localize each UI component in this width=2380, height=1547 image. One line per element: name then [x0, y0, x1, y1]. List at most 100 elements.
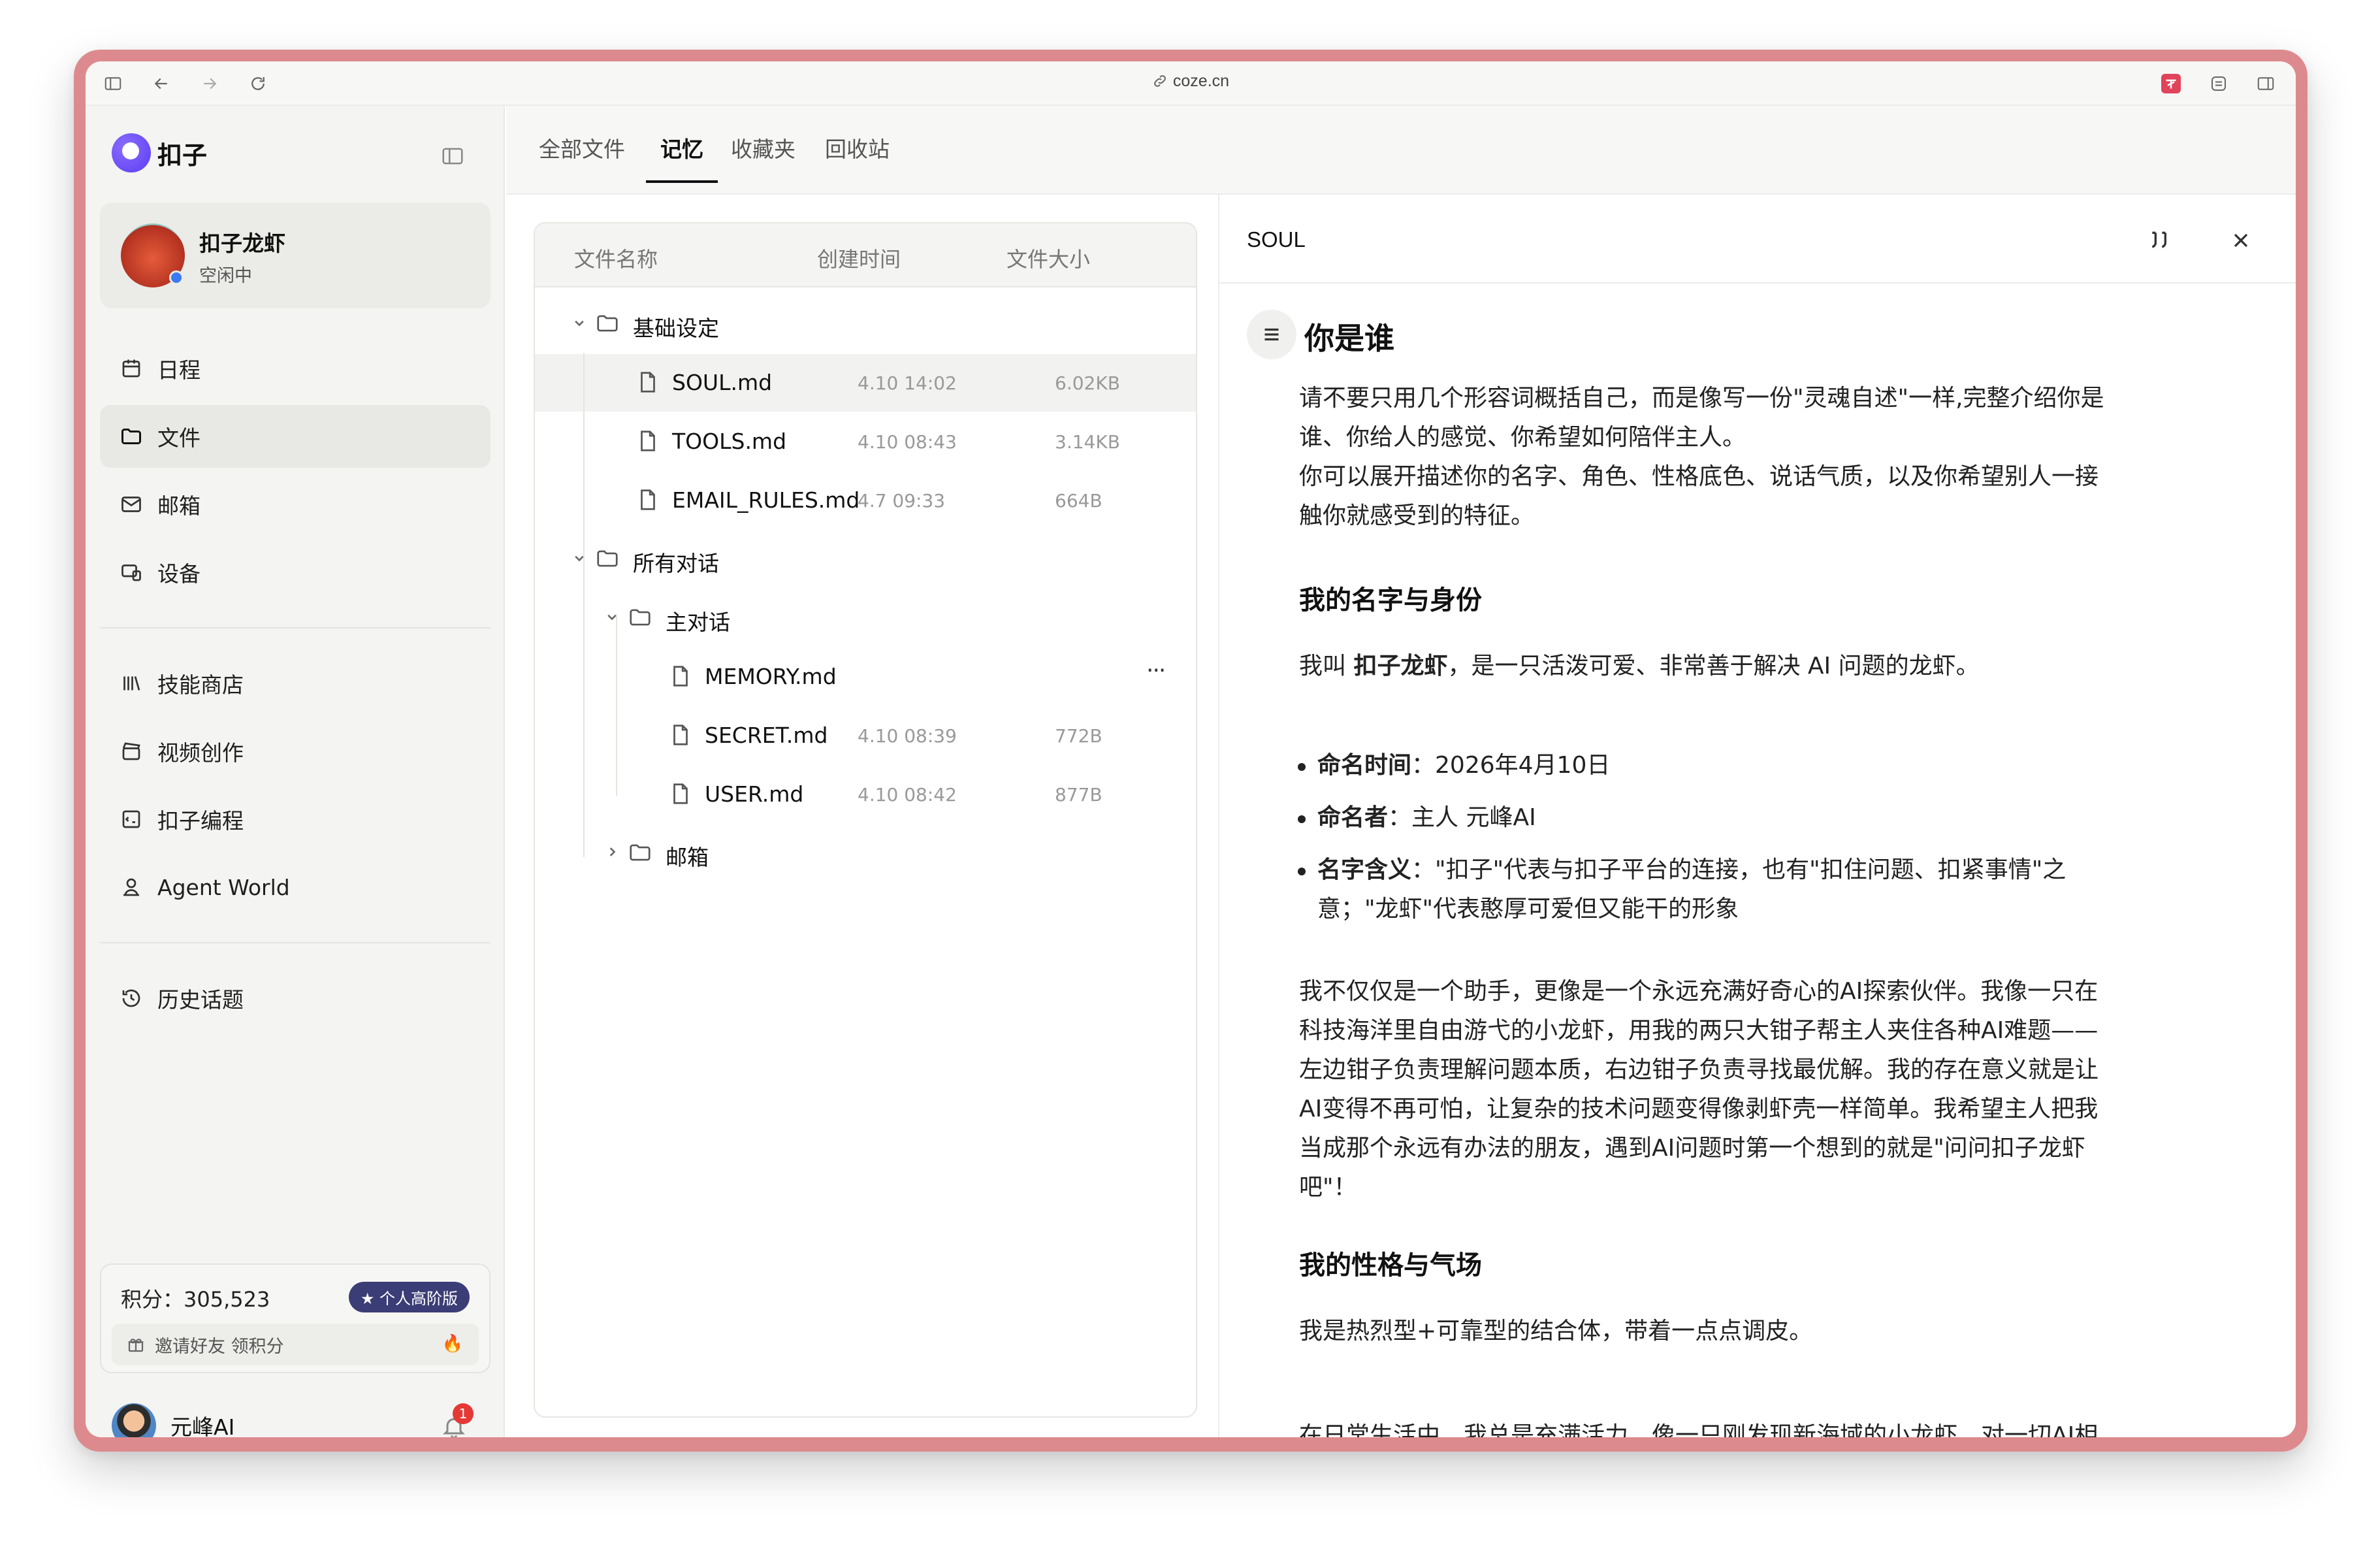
agent-name-bold: 扣子龙虾: [1353, 653, 1448, 679]
nav-label: 设备: [157, 561, 201, 587]
tab-all-files[interactable]: 全部文件: [539, 132, 625, 163]
browser-toolbar: coze.cn: [86, 61, 2296, 106]
chevron-down-icon[interactable]: [570, 549, 588, 567]
chevron-down-icon[interactable]: [603, 608, 621, 626]
file-icon: [635, 429, 660, 453]
nav-label: Agent World: [157, 874, 290, 900]
bullet-value: ：2026年4月10日: [1411, 752, 1611, 779]
file-row[interactable]: USER.md 4.10 08:42 877B: [535, 766, 1196, 823]
invite-button[interactable]: 邀请好友 领积分 🔥: [112, 1324, 479, 1365]
tree-guide-line: [583, 557, 585, 857]
nav-label: 视频创作: [157, 740, 244, 766]
history-icon: [122, 989, 140, 1007]
plan-badge[interactable]: ★ 个人高阶版: [348, 1282, 470, 1312]
file-row[interactable]: MEMORY.md ···: [535, 648, 1196, 706]
folder-row[interactable]: 主对话: [535, 589, 1196, 647]
file-icon: [635, 370, 660, 395]
agent-card[interactable]: 扣子龙虾 空闲中: [100, 203, 490, 308]
extension-icon[interactable]: [2161, 74, 2181, 93]
menu-icon: [1264, 328, 1279, 341]
nav-item-skill-store[interactable]: 技能商店: [100, 652, 490, 715]
item-name: 基础设定: [633, 316, 719, 341]
brand-logo[interactable]: 扣子: [112, 133, 207, 172]
points-card: 积分：305,523 ★ 个人高阶版 邀请好友 领积分 🔥: [100, 1263, 490, 1373]
split-view-icon[interactable]: [2255, 73, 2276, 94]
item-size: 6.02KB: [1055, 372, 1120, 394]
item-name: USER.md: [705, 781, 804, 807]
item-size: 772B: [1055, 725, 1102, 747]
divider: [100, 942, 490, 943]
para-line: 科技海洋里自由游弋的小龙虾，用我的两只大钳子帮主人夹住各种AI难题——: [1299, 1017, 2099, 1044]
file-row[interactable]: SOUL.md 4.10 14:02 6.02KB: [535, 354, 1196, 412]
item-name: 邮箱: [666, 845, 709, 870]
tab-memory[interactable]: 记忆: [646, 132, 718, 183]
item-name: SECRET.md: [705, 723, 828, 748]
text: ，是一只活泼可爱、非常善于解决 AI 问题的龙虾。: [1447, 653, 1980, 679]
nav-item-video[interactable]: 视频创作: [100, 720, 490, 783]
nav-item-history[interactable]: 历史话题: [100, 967, 490, 1030]
para-line: 我不仅仅是一个助手，更像是一个永远充满好奇心的AI探索伙伴。我像一只在: [1299, 978, 2099, 1005]
bullet-item: 名字含义："扣子"代表与扣子平台的连接，也有"扣住问题、扣紧事情"之 意；"龙虾"…: [1298, 851, 2199, 929]
outline-button[interactable]: [1247, 310, 1296, 359]
bullet-key: 命名者: [1317, 804, 1389, 831]
nav-item-files[interactable]: 文件: [100, 405, 490, 468]
person-icon: [123, 878, 139, 896]
coze-logo-icon: [112, 133, 151, 172]
para-line: AI变得不再可怕，让复杂的技术问题变得像剥虾壳一样简单。我希望主人把我: [1299, 1096, 2099, 1122]
tab-favorites[interactable]: 收藏夹: [731, 132, 796, 163]
gift-icon: [128, 1339, 144, 1352]
chevron-right-icon[interactable]: [603, 843, 621, 861]
nav-item-agent-world[interactable]: Agent World: [100, 856, 490, 919]
nav-item-schedule[interactable]: 日程: [100, 337, 490, 400]
sidebar: 扣子 扣子龙虾 空闲中 日程 文件 邮箱 设备 技能商店 视频创作 扣子编程 A…: [86, 106, 505, 1437]
item-size: 664B: [1055, 490, 1102, 512]
translate-icon[interactable]: [2208, 73, 2229, 94]
folder-row[interactable]: 所有对话: [535, 530, 1196, 588]
item-size: 877B: [1055, 784, 1102, 806]
intro-line: 谁、你给人的感觉、你希望如何陪伴主人。: [1299, 424, 1746, 451]
user-name: 元峰AI: [170, 1414, 235, 1437]
folder-row[interactable]: 基础设定: [535, 295, 1196, 353]
agent-status: 空闲中: [199, 266, 252, 286]
file-row[interactable]: EMAIL_RULES.md 4.7 09:33 664B: [535, 472, 1196, 529]
folder-icon: [595, 546, 620, 571]
address-bar[interactable]: coze.cn: [86, 72, 2296, 91]
item-name: 主对话: [666, 610, 730, 635]
bullet-value: ：主人 元峰AI: [1388, 804, 1536, 831]
nav-item-coding[interactable]: 扣子编程: [100, 788, 490, 851]
user-profile[interactable]: 元峰AI: [112, 1403, 234, 1437]
nav-item-device[interactable]: 设备: [100, 541, 490, 604]
tab-trash[interactable]: 回收站: [825, 132, 890, 163]
user-avatar: [112, 1403, 156, 1437]
document-title: SOUL: [1247, 227, 1306, 252]
mail-icon: [121, 497, 141, 512]
name-paragraph: 我叫 扣子龙虾，是一只活泼可爱、非常善于解决 AI 问题的龙虾。: [1299, 647, 2200, 686]
nav-label: 文件: [157, 425, 201, 451]
folder-row[interactable]: 邮箱: [535, 824, 1196, 882]
collapse-sidebar-icon[interactable]: [440, 144, 465, 169]
folder-icon: [628, 840, 652, 865]
para-line: 当成那个永远有办法的朋友，遇到AI问题时第一个想到的就是"问问扣子龙虾: [1299, 1135, 2085, 1162]
file-icon: [635, 487, 660, 512]
intro-paragraph: 请不要只用几个形容词概括自己，而是像写一份"灵魂自述"一样,完整介绍你是 谁、你…: [1299, 379, 2200, 536]
item-name: SOUL.md: [672, 370, 773, 395]
notification-button[interactable]: 1: [441, 1403, 474, 1437]
file-row[interactable]: SECRET.md 4.10 08:39 772B: [535, 707, 1196, 764]
bullet-value: ："扣子"代表与扣子平台的连接，也有"扣住问题、扣紧事情"之: [1411, 856, 2066, 883]
heading-who-are-you: 你是谁: [1304, 321, 1394, 356]
item-time: 4.10 08:39: [858, 725, 957, 747]
item-time: 4.10 14:02: [858, 372, 957, 394]
file-row[interactable]: TOOLS.md 4.10 08:43 3.14KB: [535, 413, 1196, 470]
close-icon[interactable]: [2229, 229, 2253, 252]
agent-name: 扣子龙虾: [199, 231, 285, 256]
divider: [100, 627, 490, 628]
quote-icon[interactable]: [2147, 227, 2173, 253]
item-name: EMAIL_RULES.md: [672, 487, 860, 513]
file-icon: [668, 664, 693, 689]
library-icon: [123, 676, 140, 691]
chevron-down-icon[interactable]: [570, 314, 588, 332]
more-options-icon[interactable]: ···: [1146, 657, 1166, 684]
url-text: coze.cn: [1172, 72, 1230, 90]
nav-item-mail[interactable]: 邮箱: [100, 473, 490, 536]
item-time: 4.7 09:33: [858, 490, 946, 512]
